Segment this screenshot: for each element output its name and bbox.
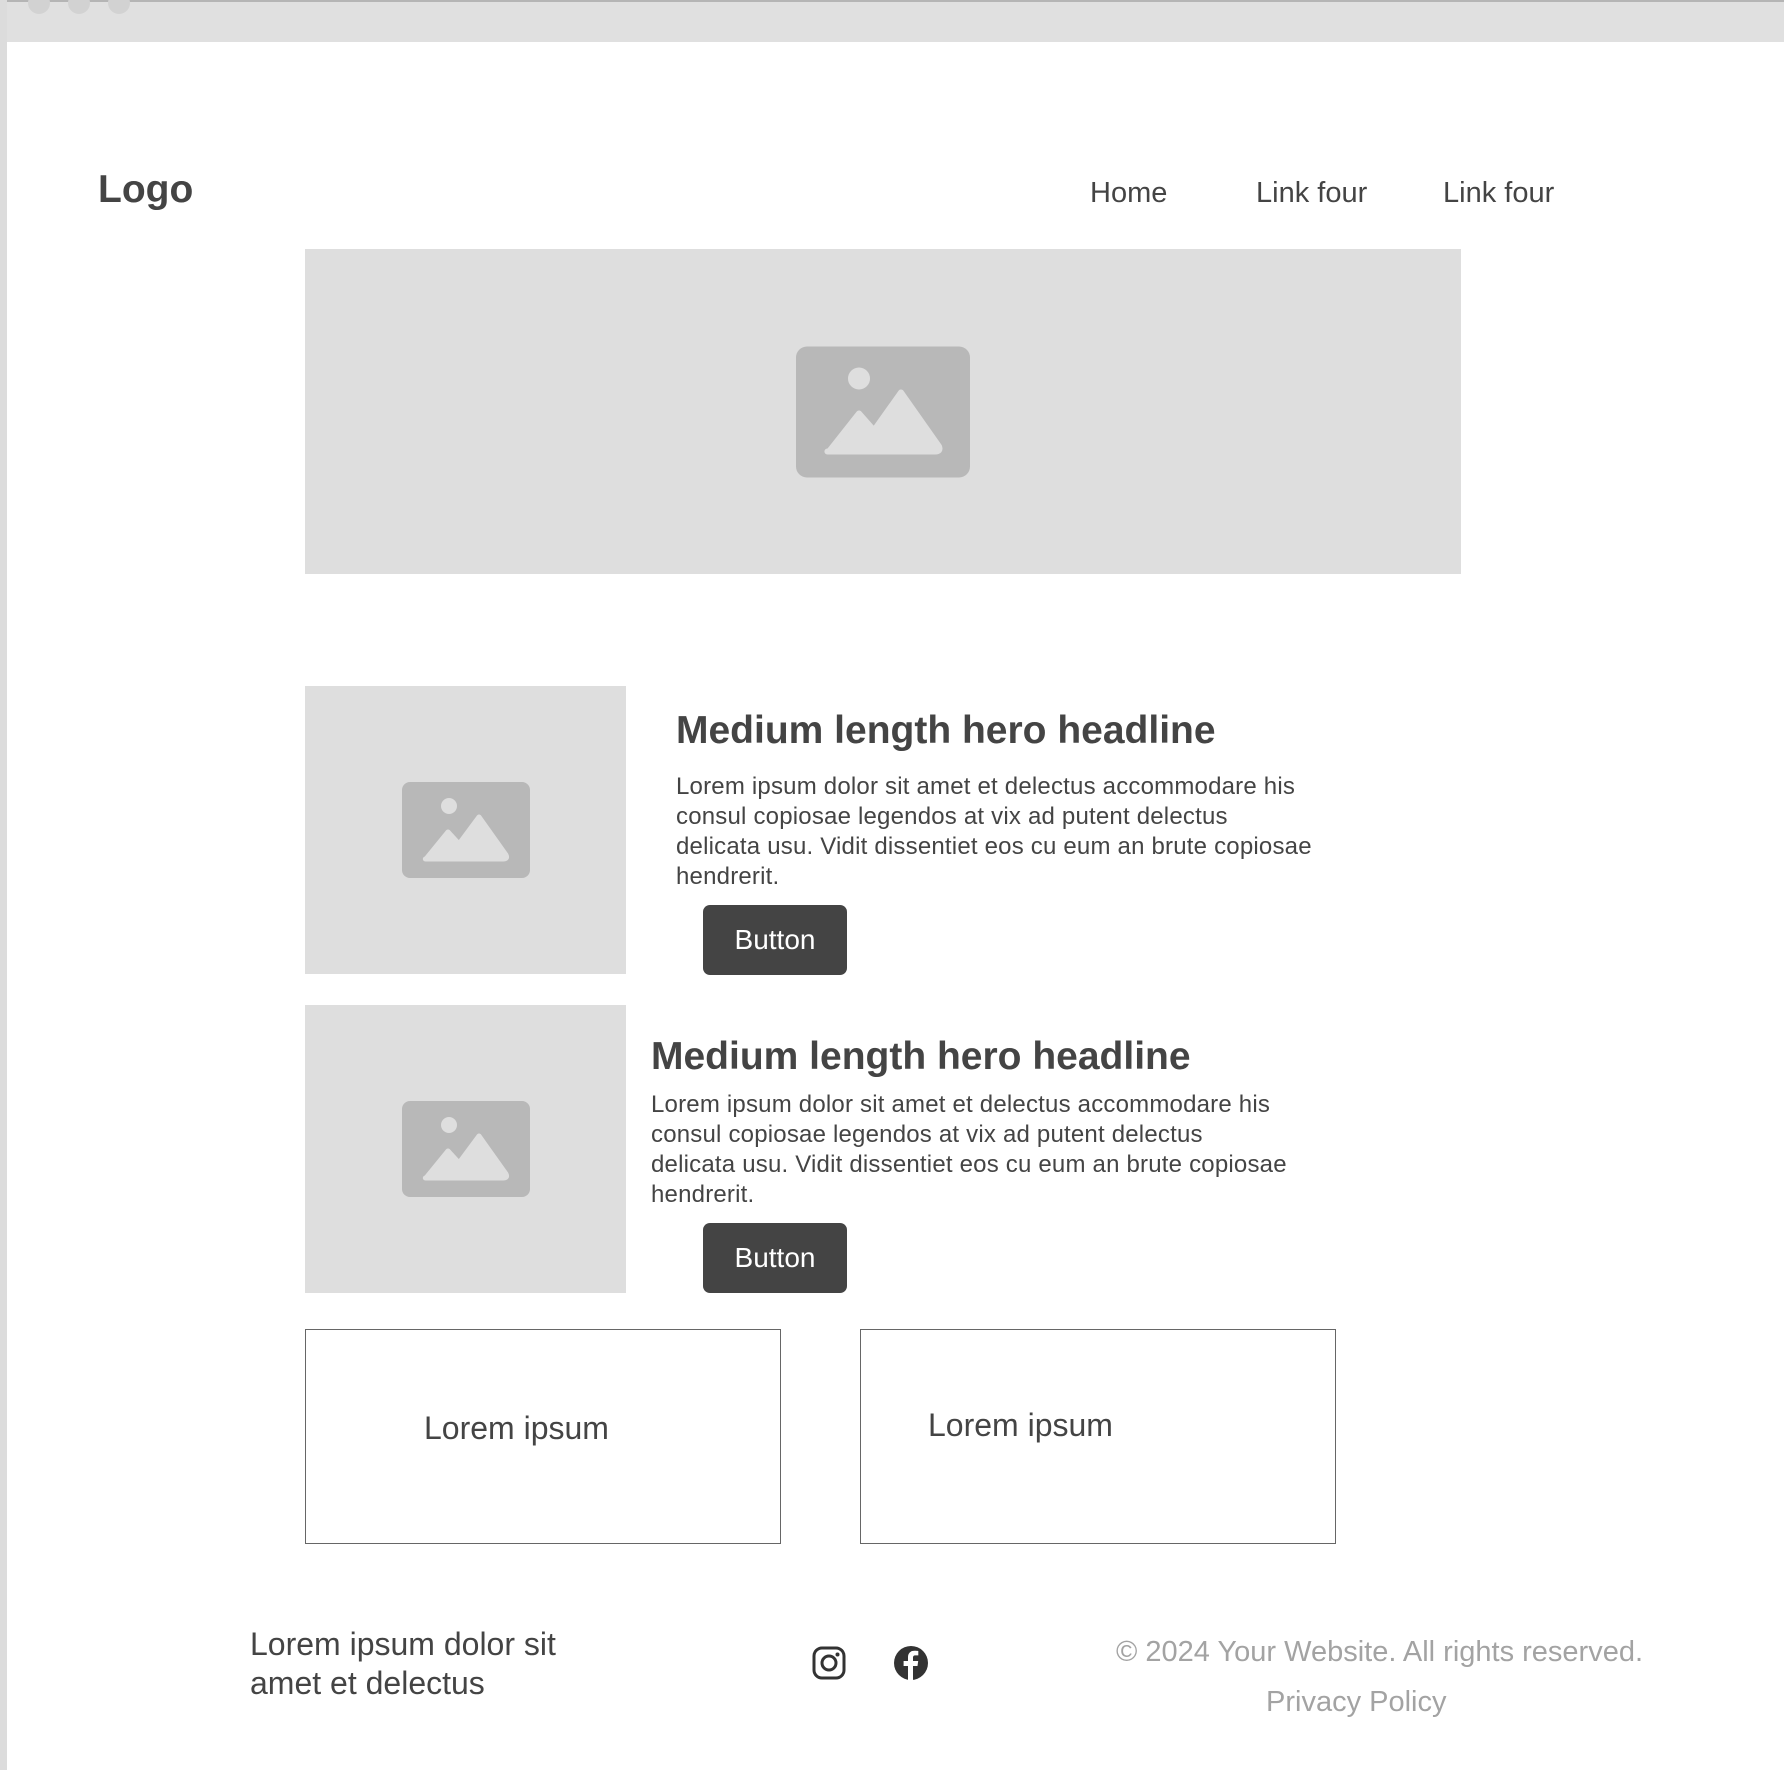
copyright-text: © 2024 Your Website. All rights reserved…	[1116, 1636, 1644, 1668]
image-icon	[401, 1101, 530, 1197]
feature-headline-2: Medium length hero headline	[651, 1035, 1191, 1078]
browser-title-bar	[7, 0, 1784, 42]
nav-link-four-1[interactable]: Link four	[1256, 179, 1367, 208]
feature-button-1[interactable]: Button	[703, 905, 847, 975]
privacy-policy-link[interactable]: Privacy Policy	[1266, 1688, 1447, 1717]
content-box-1: Lorem ipsum	[305, 1329, 781, 1544]
window-control-maximize[interactable]	[108, 0, 130, 14]
feature-button-2[interactable]: Button	[703, 1223, 847, 1293]
logo[interactable]: Logo	[98, 170, 193, 209]
content-box-label: Lorem ipsum	[928, 1407, 1113, 1443]
window-control-minimize[interactable]	[68, 0, 90, 14]
nav-link-four-2[interactable]: Link four	[1443, 179, 1554, 208]
image-icon	[401, 782, 530, 878]
feature-body-1: Lorem ipsum dolor sit amet et delectus a…	[676, 773, 1312, 890]
footer-text: Lorem ipsum dolor sit amet et delectus	[250, 1626, 556, 1701]
content-box-label: Lorem ipsum	[424, 1410, 609, 1446]
window-edge	[0, 0, 7, 1770]
window-control-close[interactable]	[28, 0, 50, 14]
page: Logo Home Link four Link four Medium len…	[0, 0, 1784, 1770]
content-box-2: Lorem ipsum	[860, 1329, 1336, 1544]
instagram-icon[interactable]	[811, 1645, 847, 1681]
image-icon	[796, 346, 970, 477]
feature-headline-1: Medium length hero headline	[676, 709, 1216, 752]
hero-image	[305, 249, 1461, 574]
nav-link-home[interactable]: Home	[1090, 179, 1167, 208]
feature-body-2: Lorem ipsum dolor sit amet et delectus a…	[651, 1091, 1287, 1208]
feature-image-1	[305, 686, 626, 974]
feature-image-2	[305, 1005, 626, 1293]
facebook-icon[interactable]	[893, 1645, 929, 1681]
